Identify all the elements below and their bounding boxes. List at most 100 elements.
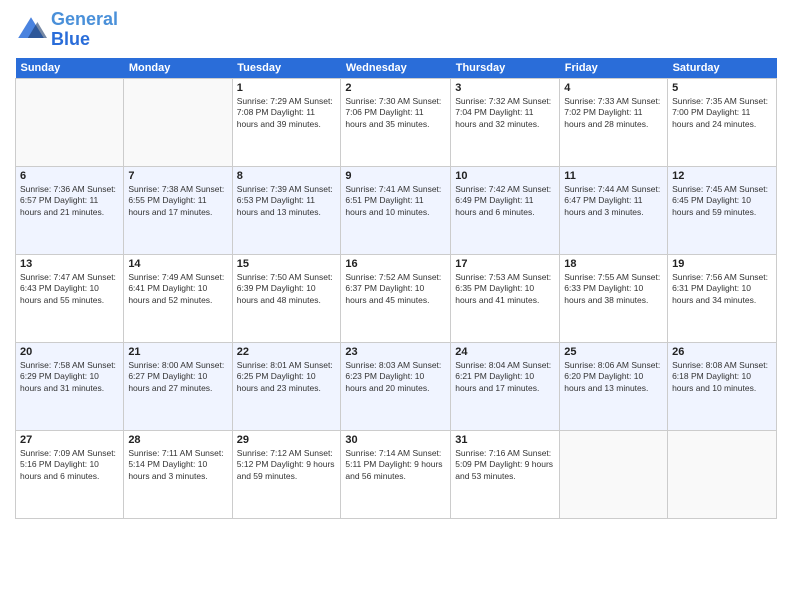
calendar-cell: 6 Sunrise: 7:36 AM Sunset: 6:57 PM Daylig…	[16, 166, 124, 254]
logo: General Blue	[15, 10, 118, 50]
weekday-friday: Friday	[560, 58, 668, 79]
day-number: 29	[237, 434, 337, 446]
calendar-cell: 15 Sunrise: 7:50 AM Sunset: 6:39 PM Dayli…	[232, 254, 341, 342]
day-info: Sunrise: 7:55 AM Sunset: 6:33 PM Dayligh…	[564, 272, 663, 306]
calendar-cell: 19 Sunrise: 7:56 AM Sunset: 6:31 PM Dayli…	[668, 254, 777, 342]
calendar-cell: 12 Sunrise: 7:45 AM Sunset: 6:45 PM Dayli…	[668, 166, 777, 254]
day-number: 9	[345, 170, 446, 182]
day-number: 27	[20, 434, 119, 446]
day-info: Sunrise: 7:50 AM Sunset: 6:39 PM Dayligh…	[237, 272, 337, 306]
weekday-sunday: Sunday	[16, 58, 124, 79]
weekday-tuesday: Tuesday	[232, 58, 341, 79]
day-info: Sunrise: 7:35 AM Sunset: 7:00 PM Dayligh…	[672, 96, 772, 130]
day-info: Sunrise: 7:41 AM Sunset: 6:51 PM Dayligh…	[345, 184, 446, 218]
day-info: Sunrise: 8:06 AM Sunset: 6:20 PM Dayligh…	[564, 360, 663, 394]
calendar-cell: 4 Sunrise: 7:33 AM Sunset: 7:02 PM Daylig…	[560, 78, 668, 166]
calendar-cell: 3 Sunrise: 7:32 AM Sunset: 7:04 PM Daylig…	[451, 78, 560, 166]
logo-text: General Blue	[51, 10, 118, 50]
day-number: 28	[128, 434, 227, 446]
day-info: Sunrise: 7:32 AM Sunset: 7:04 PM Dayligh…	[455, 96, 555, 130]
calendar-cell: 8Sunrise: 7:39 AM Sunset: 6:53 PM Daylig…	[232, 166, 341, 254]
calendar-cell: 24Sunrise: 8:04 AM Sunset: 6:21 PM Dayli…	[451, 342, 560, 430]
header: General Blue	[15, 10, 777, 50]
day-info: Sunrise: 7:16 AM Sunset: 5:09 PM Dayligh…	[455, 448, 555, 482]
week-row-1: 1 Sunrise: 7:29 AM Sunset: 7:08 PM Daylig…	[16, 78, 777, 166]
calendar-cell: 31 Sunrise: 7:16 AM Sunset: 5:09 PM Dayli…	[451, 430, 560, 518]
week-row-2: 6 Sunrise: 7:36 AM Sunset: 6:57 PM Daylig…	[16, 166, 777, 254]
day-number: 30	[345, 434, 446, 446]
day-info: Sunrise: 8:08 AM Sunset: 6:18 PM Dayligh…	[672, 360, 772, 394]
day-number: 17	[455, 258, 555, 270]
day-info: Sunrise: 7:42 AM Sunset: 6:49 PM Dayligh…	[455, 184, 555, 218]
calendar-cell: 18 Sunrise: 7:55 AM Sunset: 6:33 PM Dayli…	[560, 254, 668, 342]
day-info: Sunrise: 7:47 AM Sunset: 6:43 PM Dayligh…	[20, 272, 119, 306]
calendar-cell: 14 Sunrise: 7:49 AM Sunset: 6:41 PM Dayli…	[124, 254, 232, 342]
day-info: Sunrise: 7:12 AM Sunset: 5:12 PM Dayligh…	[237, 448, 337, 482]
day-info: Sunrise: 7:30 AM Sunset: 7:06 PM Dayligh…	[345, 96, 446, 130]
calendar-cell	[560, 430, 668, 518]
day-info: Sunrise: 8:00 AM Sunset: 6:27 PM Dayligh…	[128, 360, 227, 394]
weekday-saturday: Saturday	[668, 58, 777, 79]
day-number: 6	[20, 170, 119, 182]
day-number: 19	[672, 258, 772, 270]
day-number: 25	[564, 346, 663, 358]
day-info: Sunrise: 7:49 AM Sunset: 6:41 PM Dayligh…	[128, 272, 227, 306]
page: General Blue SundayMondayTuesdayWednesda…	[0, 0, 792, 612]
calendar-cell: 1 Sunrise: 7:29 AM Sunset: 7:08 PM Daylig…	[232, 78, 341, 166]
calendar-cell	[124, 78, 232, 166]
day-info: Sunrise: 7:44 AM Sunset: 6:47 PM Dayligh…	[564, 184, 663, 218]
day-number: 21	[128, 346, 227, 358]
day-number: 16	[345, 258, 446, 270]
day-number: 11	[564, 170, 663, 182]
calendar-cell: 17 Sunrise: 7:53 AM Sunset: 6:35 PM Dayli…	[451, 254, 560, 342]
day-info: Sunrise: 7:56 AM Sunset: 6:31 PM Dayligh…	[672, 272, 772, 306]
calendar-cell: 5 Sunrise: 7:35 AM Sunset: 7:00 PM Daylig…	[668, 78, 777, 166]
day-number: 22	[237, 346, 337, 358]
day-number: 24	[455, 346, 555, 358]
day-info: Sunrise: 7:53 AM Sunset: 6:35 PM Dayligh…	[455, 272, 555, 306]
calendar-cell: 21 Sunrise: 8:00 AM Sunset: 6:27 PM Dayli…	[124, 342, 232, 430]
calendar-cell: 10 Sunrise: 7:42 AM Sunset: 6:49 PM Dayli…	[451, 166, 560, 254]
calendar-cell: 22Sunrise: 8:01 AM Sunset: 6:25 PM Dayli…	[232, 342, 341, 430]
day-number: 10	[455, 170, 555, 182]
calendar-cell: 16Sunrise: 7:52 AM Sunset: 6:37 PM Dayli…	[341, 254, 451, 342]
day-number: 3	[455, 82, 555, 94]
weekday-monday: Monday	[124, 58, 232, 79]
day-info: Sunrise: 7:29 AM Sunset: 7:08 PM Dayligh…	[237, 96, 337, 130]
calendar-cell: 20Sunrise: 7:58 AM Sunset: 6:29 PM Dayli…	[16, 342, 124, 430]
day-number: 12	[672, 170, 772, 182]
day-info: Sunrise: 7:39 AM Sunset: 6:53 PM Dayligh…	[237, 184, 337, 218]
calendar-cell: 9 Sunrise: 7:41 AM Sunset: 6:51 PM Daylig…	[341, 166, 451, 254]
day-number: 15	[237, 258, 337, 270]
calendar-cell: 28Sunrise: 7:11 AM Sunset: 5:14 PM Dayli…	[124, 430, 232, 518]
day-info: Sunrise: 7:45 AM Sunset: 6:45 PM Dayligh…	[672, 184, 772, 218]
calendar-cell: 29 Sunrise: 7:12 AM Sunset: 5:12 PM Dayli…	[232, 430, 341, 518]
calendar-cell	[16, 78, 124, 166]
day-number: 31	[455, 434, 555, 446]
day-info: Sunrise: 7:38 AM Sunset: 6:55 PM Dayligh…	[128, 184, 227, 218]
day-info: Sunrise: 7:33 AM Sunset: 7:02 PM Dayligh…	[564, 96, 663, 130]
day-number: 7	[128, 170, 227, 182]
day-number: 2	[345, 82, 446, 94]
week-row-3: 13Sunrise: 7:47 AM Sunset: 6:43 PM Dayli…	[16, 254, 777, 342]
week-row-5: 27Sunrise: 7:09 AM Sunset: 5:16 PM Dayli…	[16, 430, 777, 518]
calendar: SundayMondayTuesdayWednesdayThursdayFrid…	[15, 58, 777, 519]
weekday-thursday: Thursday	[451, 58, 560, 79]
week-row-4: 20Sunrise: 7:58 AM Sunset: 6:29 PM Dayli…	[16, 342, 777, 430]
calendar-cell: 13Sunrise: 7:47 AM Sunset: 6:43 PM Dayli…	[16, 254, 124, 342]
day-info: Sunrise: 7:58 AM Sunset: 6:29 PM Dayligh…	[20, 360, 119, 394]
day-number: 14	[128, 258, 227, 270]
day-number: 4	[564, 82, 663, 94]
day-number: 1	[237, 82, 337, 94]
day-info: Sunrise: 7:14 AM Sunset: 5:11 PM Dayligh…	[345, 448, 446, 482]
logo-icon	[15, 14, 47, 46]
calendar-cell: 30 Sunrise: 7:14 AM Sunset: 5:11 PM Dayli…	[341, 430, 451, 518]
weekday-wednesday: Wednesday	[341, 58, 451, 79]
day-number: 18	[564, 258, 663, 270]
day-number: 26	[672, 346, 772, 358]
calendar-cell: 26 Sunrise: 8:08 AM Sunset: 6:18 PM Dayli…	[668, 342, 777, 430]
day-info: Sunrise: 7:36 AM Sunset: 6:57 PM Dayligh…	[20, 184, 119, 218]
day-number: 23	[345, 346, 446, 358]
weekday-header-row: SundayMondayTuesdayWednesdayThursdayFrid…	[16, 58, 777, 79]
day-number: 5	[672, 82, 772, 94]
